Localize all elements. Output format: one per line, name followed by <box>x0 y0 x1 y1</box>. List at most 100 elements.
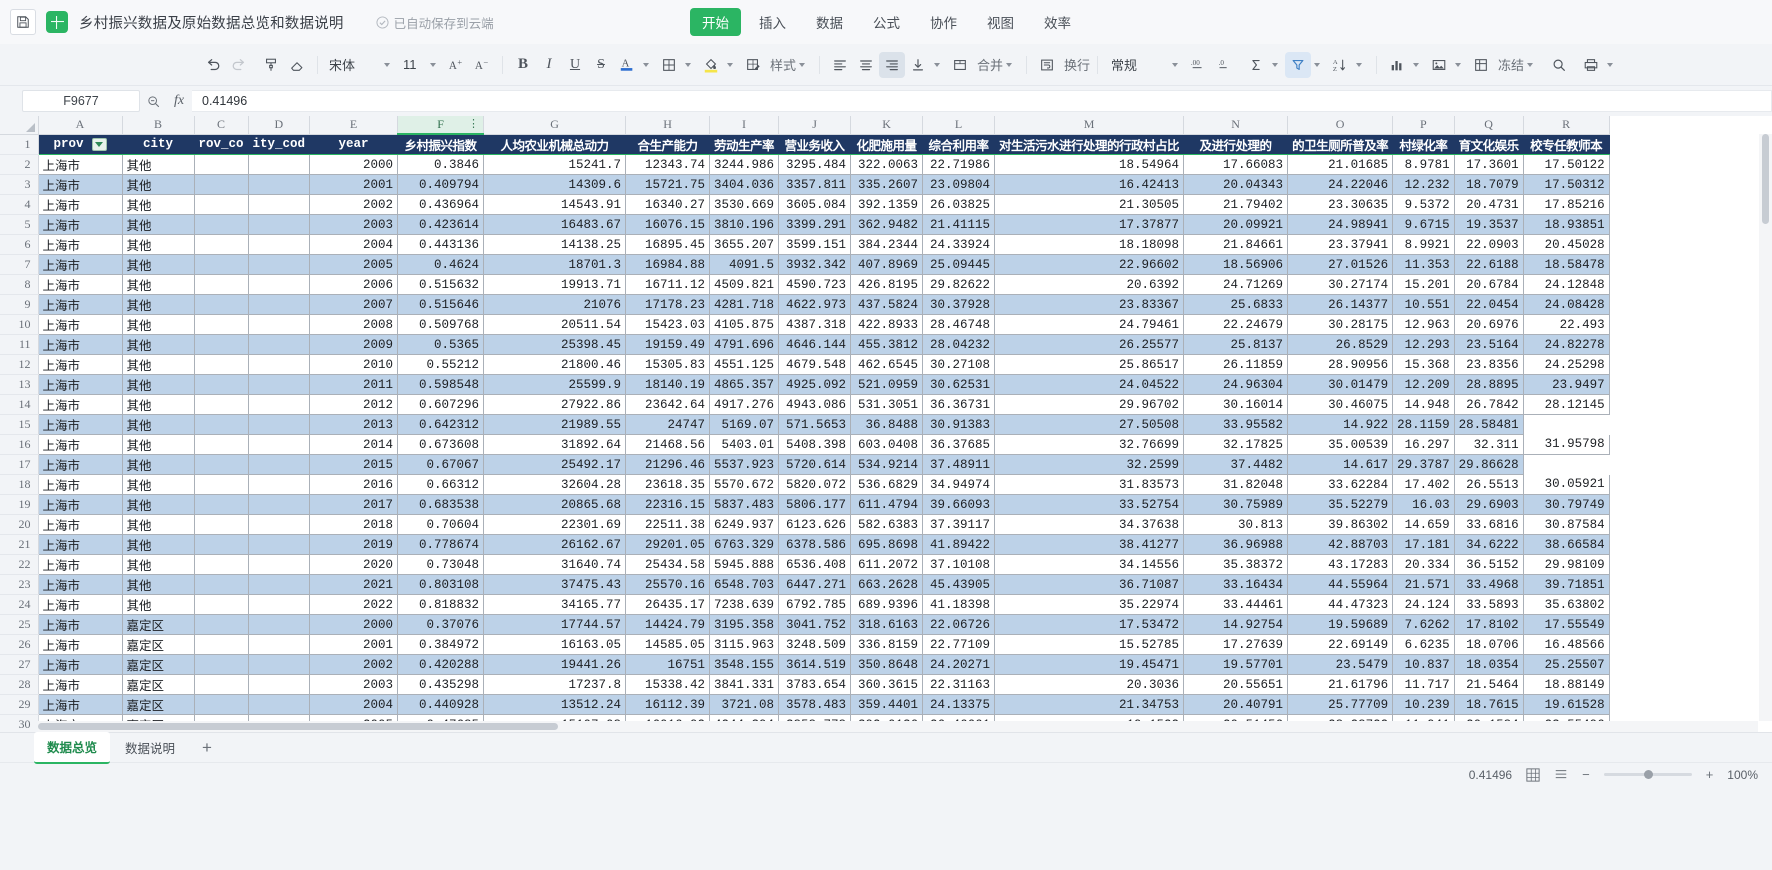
data-cell[interactable]: 25.09445 <box>923 255 995 275</box>
data-cell[interactable]: 18.56906 <box>1184 255 1288 275</box>
data-cell[interactable]: 8.9921 <box>1393 235 1455 255</box>
data-cell[interactable]: 5720.614 <box>779 455 851 475</box>
data-cell[interactable]: 上海市 <box>38 195 122 215</box>
data-cell[interactable]: 26.5513 <box>1454 475 1523 495</box>
data-cell[interactable]: 0.3846 <box>398 155 484 175</box>
data-cell[interactable]: 3841.331 <box>710 675 779 695</box>
data-cell[interactable] <box>248 315 310 335</box>
data-cell[interactable]: 上海市 <box>38 315 122 335</box>
table-row[interactable]: 9上海市其他20070.5156462107617178.234281.7184… <box>0 295 1609 315</box>
data-cell[interactable] <box>194 375 248 395</box>
menu-tab-efficiency[interactable]: 效率 <box>1032 8 1083 36</box>
data-cell[interactable]: 10.239 <box>1393 695 1455 715</box>
autosum-chevron-down-icon[interactable] <box>1272 63 1278 67</box>
search-icon[interactable] <box>1546 52 1572 78</box>
data-cell[interactable]: 24.08428 <box>1523 295 1609 315</box>
data-cell[interactable]: 18.18098 <box>995 235 1184 255</box>
data-cell[interactable]: 6.6235 <box>1393 635 1455 655</box>
data-cell[interactable] <box>248 395 310 415</box>
data-cell[interactable]: 0.515632 <box>398 275 484 295</box>
data-cell[interactable]: 15.368 <box>1393 355 1455 375</box>
data-cell[interactable]: 32.311 <box>1454 435 1523 455</box>
data-cell[interactable]: 19159.49 <box>626 335 710 355</box>
data-cell[interactable]: 20.04343 <box>1184 175 1288 195</box>
data-cell[interactable]: 21.61796 <box>1288 675 1393 695</box>
data-cell[interactable] <box>194 415 248 435</box>
data-cell[interactable]: 17.27639 <box>1184 635 1288 655</box>
data-cell[interactable]: 35.52279 <box>1288 495 1393 515</box>
data-cell[interactable] <box>194 195 248 215</box>
row-header[interactable]: 28 <box>0 675 38 695</box>
data-cell[interactable]: 22.77109 <box>923 635 995 655</box>
data-cell[interactable]: 24.13375 <box>923 695 995 715</box>
data-cell[interactable]: 17.55549 <box>1523 615 1609 635</box>
data-cell[interactable]: 其他 <box>122 215 194 235</box>
data-cell[interactable]: 4646.144 <box>779 335 851 355</box>
data-cell[interactable]: 上海市 <box>38 355 122 375</box>
column-header-g[interactable]: G <box>484 116 626 134</box>
header-cell-r[interactable]: 校专任教师本 <box>1523 134 1609 155</box>
add-decimal-icon[interactable]: .00 <box>1185 52 1211 78</box>
row-header[interactable]: 12 <box>0 355 38 375</box>
data-cell[interactable]: 42.88703 <box>1288 535 1393 555</box>
header-cell-a[interactable]: prov <box>38 134 122 155</box>
data-cell[interactable]: 14138.25 <box>484 235 626 255</box>
data-cell[interactable]: 22511.38 <box>626 515 710 535</box>
data-cell[interactable]: 上海市 <box>38 555 122 575</box>
redo-icon[interactable] <box>226 52 252 78</box>
data-cell[interactable]: 26.25577 <box>995 335 1184 355</box>
data-cell[interactable]: 33.44461 <box>1184 595 1288 615</box>
data-cell[interactable]: 26.14377 <box>1288 295 1393 315</box>
data-cell[interactable]: 25398.45 <box>484 335 626 355</box>
data-cell[interactable] <box>248 435 310 455</box>
data-cell[interactable]: 17.3601 <box>1454 155 1523 175</box>
data-cell[interactable]: 35.38372 <box>1184 555 1288 575</box>
horizontal-scrollbar[interactable] <box>38 721 1758 732</box>
column-header-a[interactable]: A <box>38 116 122 134</box>
header-cell-e[interactable]: year <box>310 134 398 155</box>
font-size-value[interactable]: 11 <box>397 57 427 72</box>
increase-font-size-button[interactable]: A+ <box>443 52 469 78</box>
data-cell[interactable]: 上海市 <box>38 335 122 355</box>
data-cell[interactable]: 2019 <box>310 535 398 555</box>
data-cell[interactable]: 11.353 <box>1393 255 1455 275</box>
print-chevron-down-icon[interactable] <box>1607 63 1613 67</box>
data-cell[interactable]: 21.84661 <box>1184 235 1288 255</box>
row-header[interactable]: 21 <box>0 535 38 555</box>
data-cell[interactable]: 23.5479 <box>1288 655 1393 675</box>
data-cell[interactable] <box>194 615 248 635</box>
data-cell[interactable] <box>248 195 310 215</box>
data-cell[interactable]: 2022 <box>310 595 398 615</box>
data-cell[interactable]: 16112.39 <box>626 695 710 715</box>
add-sheet-button[interactable]: + <box>190 739 224 757</box>
data-cell[interactable]: 上海市 <box>38 155 122 175</box>
data-cell[interactable]: 689.9396 <box>851 595 923 615</box>
data-cell[interactable]: 0.37076 <box>398 615 484 635</box>
data-cell[interactable]: 359.4401 <box>851 695 923 715</box>
data-cell[interactable]: 33.95582 <box>1184 415 1288 435</box>
fx-icon[interactable]: fx <box>166 93 192 109</box>
data-cell[interactable]: 19.59689 <box>1288 615 1393 635</box>
merge-label[interactable]: 合并 <box>977 55 1003 74</box>
header-cell-c[interactable]: rov_co <box>194 134 248 155</box>
data-cell[interactable] <box>248 515 310 535</box>
data-cell[interactable]: 8.9781 <box>1393 155 1455 175</box>
data-cell[interactable] <box>248 355 310 375</box>
remove-decimal-icon[interactable]: .0 <box>1211 52 1237 78</box>
data-cell[interactable]: 350.8648 <box>851 655 923 675</box>
data-cell[interactable]: 20865.68 <box>484 495 626 515</box>
column-header-h[interactable]: H <box>626 116 710 134</box>
printer-icon[interactable] <box>1578 52 1604 78</box>
data-cell[interactable]: 5820.072 <box>779 475 851 495</box>
data-cell[interactable]: 16.297 <box>1393 435 1455 455</box>
data-cell[interactable]: 22.0903 <box>1454 235 1523 255</box>
data-cell[interactable]: 362.9482 <box>851 215 923 235</box>
data-cell[interactable]: 16.03 <box>1393 495 1455 515</box>
data-cell[interactable]: 2009 <box>310 335 398 355</box>
data-cell[interactable]: 32.2599 <box>995 455 1184 475</box>
decrease-font-size-button[interactable]: A− <box>469 52 495 78</box>
data-cell[interactable]: 36.36731 <box>923 395 995 415</box>
data-cell[interactable]: 611.4794 <box>851 495 923 515</box>
data-cell[interactable]: 10.551 <box>1393 295 1455 315</box>
data-cell[interactable]: 15.201 <box>1393 275 1455 295</box>
